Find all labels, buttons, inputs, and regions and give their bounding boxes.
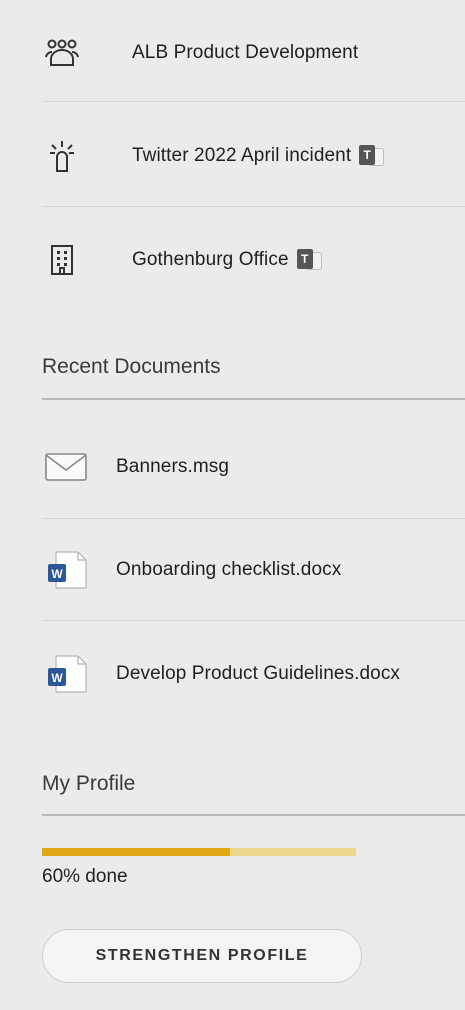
svg-text:W: W — [51, 567, 63, 581]
incident-beacon-icon — [42, 136, 82, 176]
document-name: Onboarding checklist.docx — [116, 559, 342, 580]
word-document-icon: W — [42, 654, 90, 694]
word-document-icon: W — [42, 550, 90, 590]
team-item-label: ALB Product Development — [132, 42, 359, 63]
document-name: Develop Product Guidelines.docx — [116, 663, 401, 684]
team-item-label: Gothenburg Office — [132, 249, 289, 270]
recent-document-banners[interactable]: Banners.msg — [42, 439, 465, 495]
team-item-label: Twitter 2022 April incident — [132, 145, 352, 166]
document-name: Banners.msg — [116, 456, 230, 477]
building-icon — [42, 240, 82, 280]
teams-icon: T — [296, 249, 323, 271]
profile-progress-bar — [42, 848, 356, 856]
side-panel: ALB Product Development Twitter 2022 Apr… — [0, 0, 465, 1010]
team-item-alb-product-development[interactable]: ALB Product Development — [42, 25, 465, 81]
divider — [42, 518, 465, 519]
people-group-icon — [42, 33, 82, 73]
teams-icon: T — [359, 145, 385, 167]
envelope-icon — [42, 447, 90, 487]
team-item-gothenburg-office[interactable]: Gothenburg Office T — [42, 232, 465, 288]
section-divider — [42, 814, 465, 816]
profile-progress-text: 60% done — [42, 866, 128, 887]
svg-text:W: W — [51, 671, 63, 685]
divider — [42, 206, 465, 207]
my-profile-heading: My Profile — [42, 772, 136, 795]
divider — [42, 101, 465, 102]
section-divider — [42, 398, 465, 400]
divider — [42, 620, 465, 621]
strengthen-profile-button[interactable]: STRENGTHEN PROFILE — [42, 929, 362, 983]
team-item-twitter-incident[interactable]: Twitter 2022 April incident T — [42, 128, 465, 184]
profile-progress-fill — [42, 848, 231, 856]
recent-documents-heading: Recent Documents — [42, 355, 221, 378]
recent-document-develop-product-guidelines[interactable]: W Develop Product Guidelines.docx — [42, 645, 465, 703]
recent-document-onboarding-checklist[interactable]: W Onboarding checklist.docx — [42, 541, 465, 599]
